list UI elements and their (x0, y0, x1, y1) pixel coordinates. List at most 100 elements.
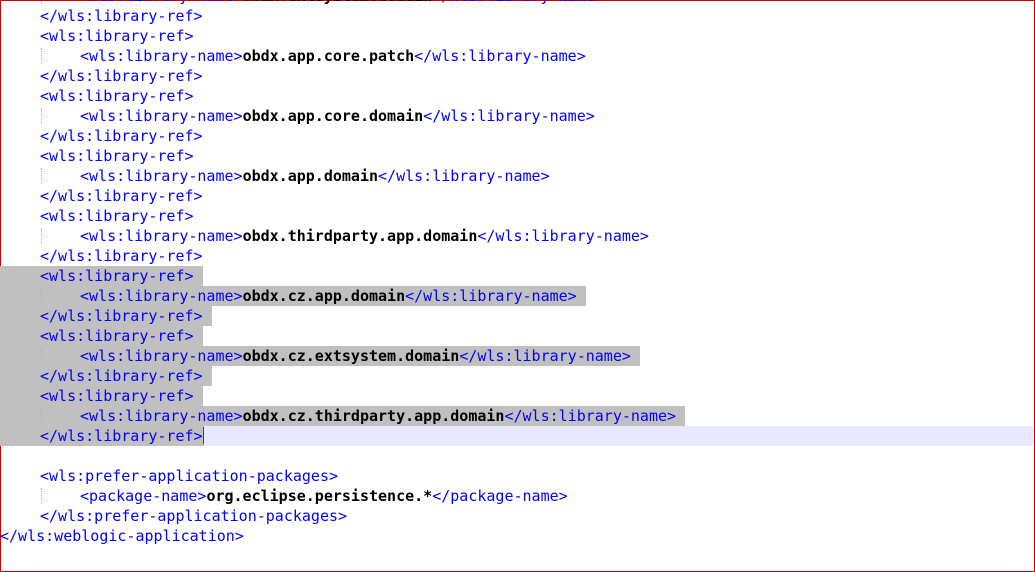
code-text: <wls:prefer-application-packages> (40, 466, 338, 486)
xml-tag: </wls:weblogic-application> (0, 527, 244, 545)
indent-guide (41, 288, 42, 304)
selection-margin (0, 286, 80, 306)
code-line[interactable]: </wls:library-ref> (0, 366, 1033, 386)
code-line[interactable]: <wls:library-name>obdx.app.core.domain</… (0, 106, 1033, 126)
code-text: </wls:weblogic-application> (0, 526, 244, 546)
selection-margin (0, 386, 40, 406)
xml-value: obdx.app.domain (242, 167, 379, 185)
selection-eol (203, 367, 212, 385)
code-line[interactable]: </wls:library-ref> (0, 66, 1033, 86)
selection-margin (0, 366, 40, 386)
code-text: </wls:prefer-application-packages> (40, 506, 347, 526)
xml-value: org.eclipse.persistence.* (206, 487, 433, 505)
code-text: <wls:library-ref> (40, 146, 194, 166)
code-text: </wls:library-ref> (40, 246, 203, 266)
code-line[interactable]: <wls:prefer-application-packages> (0, 466, 1033, 486)
code-line[interactable]: </wls:weblogic-application> (0, 526, 1033, 546)
xml-tag: </wls:library-ref> (40, 127, 203, 145)
code-line[interactable]: <wls:library-name>obdx.app.core.patch</w… (0, 46, 1033, 66)
selection-margin (0, 266, 40, 286)
code-text: <wls:library-name>obdx.thirdparty.app.do… (80, 226, 649, 246)
code-line[interactable]: </wls:prefer-application-packages> (0, 506, 1033, 526)
indent-guide (41, 0, 42, 4)
code-text: </wls:library-ref> (40, 426, 204, 446)
code-text: <package-name>org.eclipse.persistence.*<… (80, 486, 568, 506)
xml-close-tag: </wls:library-name> (459, 347, 631, 365)
xml-close-tag: </wls:library-name> (405, 287, 577, 305)
indent-guide (41, 408, 42, 424)
code-text: </wls:library-ref> (40, 306, 212, 326)
xml-close-tag: </package-name> (432, 487, 568, 505)
selection-eol (194, 267, 203, 285)
code-line[interactable]: </wls:library-ref> (0, 306, 1033, 326)
selection-eol (631, 347, 640, 365)
code-line[interactable]: <wls:library-name>obdx.cz.thirdparty.app… (0, 406, 1033, 426)
xml-value: obdx.cz.thirdparty.app.domain (242, 407, 505, 425)
code-line[interactable]: <wls:library-ref> (0, 266, 1033, 286)
code-text: </wls:library-ref> (40, 186, 203, 206)
selection-eol (577, 287, 586, 305)
xml-close-tag: </wls:library-name> (477, 227, 649, 245)
code-text: <wls:library-ref> (40, 266, 203, 286)
xml-close-tag: </wls:library-name> (432, 0, 604, 5)
code-line[interactable]: <wls:library-name>obdx.app.domain</wls:l… (0, 166, 1033, 186)
code-line[interactable]: </wls:library-ref> (0, 426, 1033, 446)
code-line[interactable]: <wls:library-ref> (0, 326, 1033, 346)
text-caret (202, 427, 204, 444)
code-line[interactable]: </wls:library-ref> (0, 6, 1033, 26)
selection-margin (0, 426, 40, 446)
code-line[interactable]: <wls:library-ref> (0, 206, 1033, 226)
selection-margin (0, 346, 80, 366)
selection-eol (194, 387, 203, 405)
xml-close-tag: </wls:library-name> (423, 107, 595, 125)
xml-tag: </wls:prefer-application-packages> (40, 507, 348, 525)
code-text: <wls:library-ref> (40, 86, 194, 106)
code-line[interactable] (0, 446, 1033, 466)
xml-value: obdx.app.core.domain (242, 107, 424, 125)
indent-guide (41, 228, 42, 244)
xml-tag: <wls:library-name> (80, 47, 243, 65)
code-line[interactable]: </wls:library-ref> (0, 126, 1033, 146)
xml-tag: </wls:library-ref> (40, 307, 203, 325)
code-line[interactable]: <wls:library-ref> (0, 26, 1033, 46)
xml-tag: <wls:library-name> (80, 287, 243, 305)
code-text: </wls:library-ref> (40, 366, 212, 386)
xml-close-tag: </wls:library-name> (414, 47, 586, 65)
code-text: <wls:library-name>obdx.app.domain</wls:l… (80, 166, 550, 186)
code-text: <wls:library-name>obdx.cz.extsystem.doma… (80, 346, 640, 366)
xml-code-editor[interactable]: <wls:library-name>obdx.extsystem.domain<… (0, 0, 1033, 546)
code-text: <wls:library-ref> (40, 26, 194, 46)
xml-tag: </wls:library-ref> (40, 247, 203, 265)
xml-value: obdx.cz.app.domain (242, 287, 406, 305)
xml-tag: <wls:library-ref> (40, 267, 194, 285)
code-line[interactable]: <wls:library-name>obdx.cz.app.domain</wl… (0, 286, 1033, 306)
code-text: <wls:library-ref> (40, 386, 203, 406)
code-line[interactable]: </wls:library-ref> (0, 186, 1033, 206)
xml-tag: <wls:library-ref> (40, 327, 194, 345)
xml-value: obdx.extsystem.domain (243, 0, 433, 5)
xml-tag: <wls:library-ref> (40, 147, 194, 165)
code-text: <wls:library-ref> (40, 326, 203, 346)
code-text: <wls:library-ref> (40, 206, 194, 226)
selection-eol (676, 407, 685, 425)
code-line[interactable]: <wls:library-ref> (0, 86, 1033, 106)
selection-eol (194, 327, 203, 345)
xml-tag: </wls:library-ref> (40, 67, 203, 85)
indent-guide (41, 488, 42, 504)
code-line[interactable]: <wls:library-name>obdx.thirdparty.app.do… (0, 226, 1033, 246)
xml-tag: </wls:library-ref> (40, 367, 203, 385)
code-line[interactable]: <wls:library-name>obdx.cz.extsystem.doma… (0, 346, 1033, 366)
code-text: </wls:library-ref> (40, 66, 203, 86)
selection-margin (0, 306, 40, 326)
code-line[interactable]: <wls:library-ref> (0, 146, 1033, 166)
xml-tag: <wls:library-name> (80, 407, 243, 425)
xml-tag: <wls:library-name> (80, 227, 243, 245)
code-text: <wls:library-name>obdx.app.core.patch</w… (80, 46, 586, 66)
code-line[interactable]: </wls:library-ref> (0, 246, 1033, 266)
xml-value: obdx.app.core.patch (242, 47, 415, 65)
code-text: <wls:library-name>obdx.cz.thirdparty.app… (80, 406, 686, 426)
indent-guide (41, 108, 42, 124)
xml-tag: </wls:library-ref> (40, 427, 203, 445)
code-line[interactable]: <wls:library-ref> (0, 386, 1033, 406)
code-line[interactable]: <package-name>org.eclipse.persistence.*<… (0, 486, 1033, 506)
